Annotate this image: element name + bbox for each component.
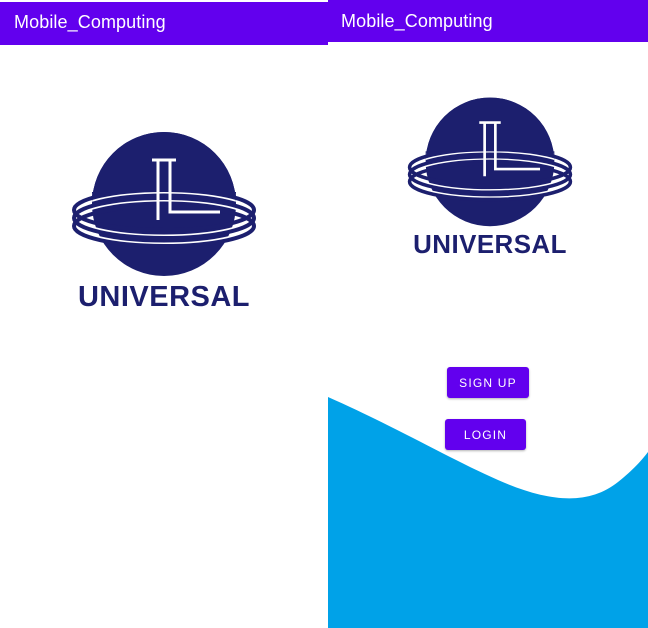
logo-wordmark: UNIVERSAL bbox=[78, 281, 250, 312]
globe-logo-icon: UNIVERSAL bbox=[406, 97, 574, 259]
globe-logo-icon: UNIVERSAL bbox=[70, 132, 258, 312]
welcome-screen: Mobile_Computing UNIVERSAL SIGN UP LOGIN bbox=[328, 0, 648, 628]
app-bar: Mobile_Computing bbox=[328, 0, 648, 42]
signup-button[interactable]: SIGN UP bbox=[447, 367, 529, 398]
universal-logo: UNIVERSAL bbox=[70, 132, 258, 312]
login-button[interactable]: LOGIN bbox=[445, 419, 526, 450]
app-bar: Mobile_Computing bbox=[0, 0, 328, 45]
status-edge bbox=[0, 0, 328, 2]
app-bar-title: Mobile_Computing bbox=[14, 12, 166, 32]
logo-wordmark: UNIVERSAL bbox=[413, 231, 567, 259]
screenshot-comparison: Mobile_Computing UNIVERSAL Mobile_Comput… bbox=[0, 0, 648, 628]
app-bar-title: Mobile_Computing bbox=[341, 11, 493, 31]
wave-background bbox=[328, 397, 648, 628]
splash-screen: Mobile_Computing UNIVERSAL bbox=[0, 0, 328, 628]
universal-logo: UNIVERSAL bbox=[406, 96, 574, 260]
